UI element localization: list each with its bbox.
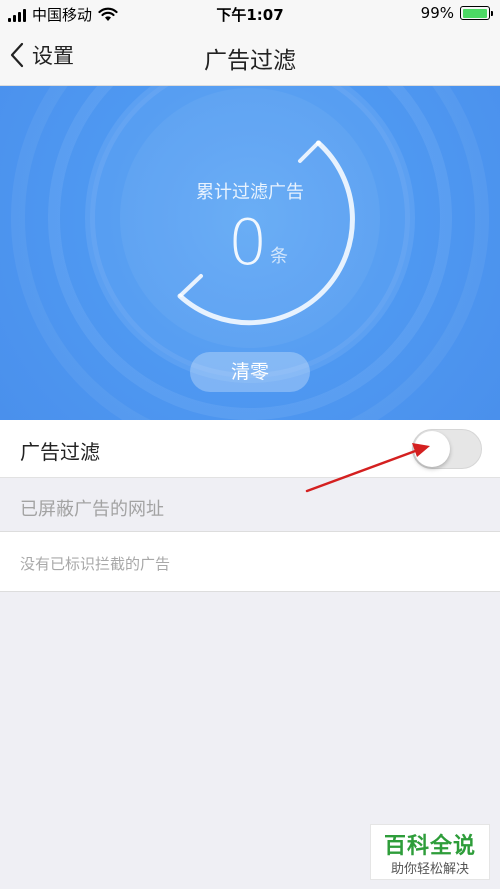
blocked-section-title: 已屏蔽广告的网址: [20, 499, 164, 520]
page-title: 广告过滤: [204, 48, 296, 74]
watermark-logo: 百科全说 助你轻松解决: [370, 824, 490, 880]
toggle-knob: [414, 431, 450, 467]
battery-icon: [460, 6, 493, 20]
battery-percent: 99%: [420, 4, 454, 22]
blocked-section-header: 已屏蔽广告的网址: [0, 478, 500, 532]
ad-filter-row: 广告过滤: [0, 420, 500, 478]
watermark-title: 百科全说: [383, 834, 476, 859]
filtered-count-unit: 条: [270, 246, 288, 267]
filtered-count-label: 累计过滤广告: [196, 182, 304, 203]
navigation-bar: 设置 广告过滤: [0, 28, 500, 86]
ad-filter-label: 广告过滤: [20, 440, 100, 464]
filter-stats-panel: 累计过滤广告 0 条 清零: [0, 86, 500, 420]
status-bar: 中国移动 下午1:07 99%: [0, 0, 500, 28]
blocked-empty-row: 没有已标识拦截的广告: [0, 532, 500, 592]
ad-filter-toggle[interactable]: [412, 429, 482, 469]
filtered-count-value: 0: [228, 206, 268, 279]
clear-count-button[interactable]: 清零: [190, 352, 310, 392]
blocked-empty-text: 没有已标识拦截的广告: [20, 555, 171, 573]
status-right: 99%: [420, 4, 493, 22]
watermark-subtitle: 助你轻松解决: [390, 862, 469, 877]
